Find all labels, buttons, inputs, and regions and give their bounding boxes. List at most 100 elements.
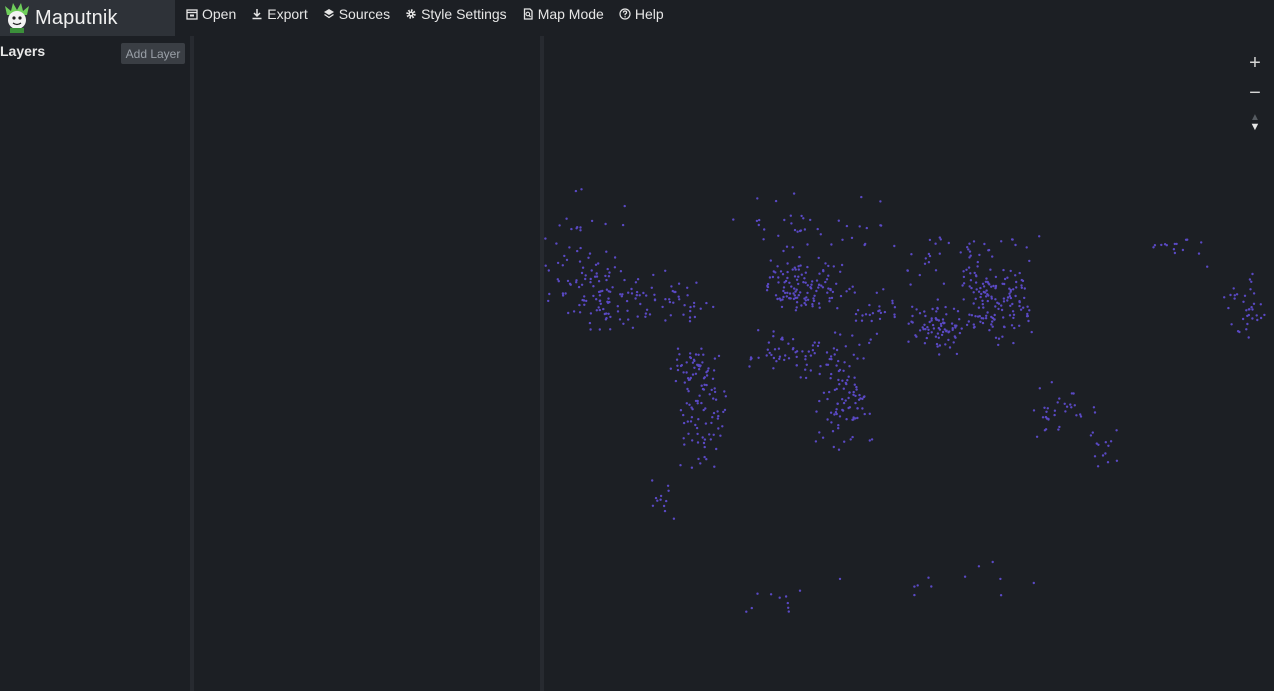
map-point xyxy=(930,585,933,588)
map-point xyxy=(893,313,896,316)
map-point xyxy=(839,333,842,336)
sources-button[interactable]: Sources xyxy=(318,1,400,27)
map-point xyxy=(652,273,655,277)
map-point xyxy=(589,277,592,281)
map-point xyxy=(674,290,677,294)
map-point xyxy=(825,278,829,281)
map-point xyxy=(848,287,851,291)
map-point xyxy=(705,383,708,387)
map-point xyxy=(676,364,679,367)
map-point xyxy=(717,414,720,418)
style-settings-label: Style Settings xyxy=(421,6,507,22)
map-point xyxy=(835,282,838,285)
map-point xyxy=(828,390,831,394)
map-point xyxy=(1003,277,1007,281)
add-layer-button[interactable]: Add Layer xyxy=(121,43,185,64)
map-point xyxy=(623,278,626,282)
map-point xyxy=(833,413,836,416)
map-point xyxy=(715,447,718,451)
map-point xyxy=(1010,324,1014,327)
style-settings-button[interactable]: Style Settings xyxy=(400,1,517,27)
map-point xyxy=(773,348,777,351)
map-point xyxy=(779,270,783,273)
map-point xyxy=(1035,435,1039,438)
map-point xyxy=(972,291,975,294)
map-point xyxy=(777,347,781,350)
map-point xyxy=(843,440,846,443)
map-point xyxy=(564,292,567,295)
map-point xyxy=(777,281,780,284)
help-button[interactable]: Help xyxy=(614,1,674,27)
map-point xyxy=(945,313,948,316)
export-button[interactable]: Export xyxy=(246,1,317,27)
map-point xyxy=(776,297,779,301)
map-point xyxy=(799,229,803,232)
map-point xyxy=(710,388,713,392)
map-point xyxy=(985,289,988,292)
compass-button[interactable]: ▲ ▼ xyxy=(1240,108,1270,138)
map-point xyxy=(1045,410,1048,413)
map-point xyxy=(716,410,719,413)
map-point xyxy=(1072,392,1075,395)
map-point xyxy=(683,381,686,384)
map-point xyxy=(653,293,656,296)
map-point xyxy=(928,254,932,258)
map-point xyxy=(1247,308,1251,311)
map-point xyxy=(804,271,807,274)
map-point xyxy=(852,416,855,419)
map-point xyxy=(689,376,692,380)
map-point xyxy=(832,347,836,350)
map-point xyxy=(669,367,672,370)
map-point xyxy=(832,265,835,268)
zoom-in-button[interactable]: + xyxy=(1240,48,1270,78)
zoom-out-button[interactable]: − xyxy=(1240,78,1270,108)
map-point xyxy=(816,344,820,348)
map-point xyxy=(817,286,820,289)
map-point xyxy=(841,398,844,401)
app-brand[interactable]: Maputnik xyxy=(0,0,175,36)
map-point xyxy=(668,298,671,301)
map-point xyxy=(965,268,968,271)
map-point xyxy=(937,326,940,330)
map-point xyxy=(859,397,862,400)
map-point xyxy=(565,217,568,220)
app-title: Maputnik xyxy=(35,6,118,29)
map-point xyxy=(977,565,981,568)
map-point xyxy=(565,258,569,262)
map-point xyxy=(915,308,918,311)
open-button[interactable]: Open xyxy=(181,1,246,27)
map-point xyxy=(1043,406,1046,409)
map-point xyxy=(798,589,802,592)
map-point xyxy=(1173,251,1177,255)
map-point xyxy=(841,379,844,382)
map-point xyxy=(847,406,850,410)
map-mode-icon xyxy=(523,8,533,20)
map-point xyxy=(672,301,675,304)
map-point xyxy=(845,382,848,386)
map-point xyxy=(758,218,761,222)
map-point xyxy=(651,479,654,482)
map-point xyxy=(1012,341,1015,345)
map-point xyxy=(830,296,834,300)
map-point xyxy=(702,377,706,380)
map-point xyxy=(871,312,875,315)
map-point xyxy=(1230,323,1233,326)
map-point xyxy=(1165,244,1168,247)
map-point xyxy=(717,354,721,358)
help-icon xyxy=(619,8,631,20)
map-point xyxy=(814,440,818,443)
map-point xyxy=(1075,414,1078,417)
map-point xyxy=(605,250,608,253)
map-point xyxy=(789,214,792,217)
map-point xyxy=(930,317,933,320)
map-point xyxy=(695,281,698,284)
map-point xyxy=(911,321,914,324)
map-point xyxy=(696,402,699,405)
map-point xyxy=(813,352,816,355)
map-point xyxy=(1003,282,1006,286)
map-point xyxy=(708,433,711,436)
map-point xyxy=(941,330,945,334)
map-view[interactable]: + − ▲ ▼ xyxy=(544,36,1274,691)
map-point xyxy=(817,341,821,344)
map-mode-button[interactable]: Map Mode xyxy=(517,1,614,27)
